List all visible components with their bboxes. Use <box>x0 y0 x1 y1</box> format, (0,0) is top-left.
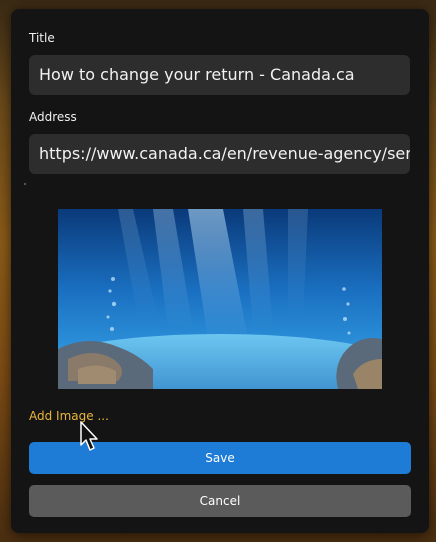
preview-image <box>58 209 382 389</box>
title-label: Title <box>29 31 55 45</box>
underwater-image <box>58 209 382 389</box>
address-label: Address <box>29 110 77 124</box>
arrow-cursor-icon <box>80 421 98 451</box>
title-input[interactable]: How to change your return - Canada.ca <box>29 55 410 95</box>
bookmark-edit-dialog: Title How to change your return - Canada… <box>11 9 429 533</box>
address-input[interactable]: https://www.canada.ca/en/revenue-agency/… <box>29 134 410 174</box>
divider-dot <box>24 183 26 185</box>
cancel-button[interactable]: Cancel <box>29 485 411 517</box>
